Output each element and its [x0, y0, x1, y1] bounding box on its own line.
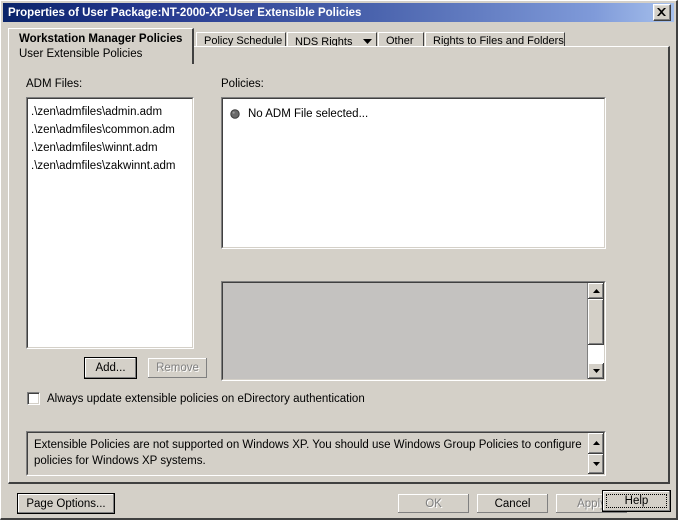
policy-detail-body: [223, 283, 587, 379]
scroll-up-icon[interactable]: [588, 283, 604, 299]
always-update-checkbox[interactable]: [27, 392, 40, 405]
adm-files-list[interactable]: .\zen\admfiles\admin.adm .\zen\admfiles\…: [26, 97, 194, 349]
scroll-up-icon[interactable]: [588, 433, 604, 454]
policy-detail-pane: [221, 281, 606, 381]
remove-button-label: Remove: [156, 362, 199, 374]
detail-pane-scroll-thumb[interactable]: [588, 299, 604, 346]
cancel-button-label: Cancel: [494, 497, 531, 510]
ok-button: OK: [397, 493, 470, 514]
title-bar[interactable]: Properties of User Package:NT-2000-XP:Us…: [3, 3, 674, 22]
detail-pane-scroll-track[interactable]: [588, 299, 604, 363]
tab-label-line1: Workstation Manager Policies: [19, 33, 183, 45]
page-options-button[interactable]: Page Options...: [17, 493, 115, 514]
tab-workstation-manager-policies[interactable]: Workstation Manager Policies User Extens…: [8, 28, 194, 64]
adm-files-label: ADM Files:: [26, 78, 83, 90]
list-item[interactable]: .\zen\admfiles\zakwinnt.adm: [31, 157, 192, 175]
help-button[interactable]: Help: [602, 490, 671, 512]
window-title: Properties of User Package:NT-2000-XP:Us…: [8, 6, 362, 19]
scroll-down-icon[interactable]: [588, 453, 604, 474]
warning-message-text: Extensible Policies are not supported on…: [34, 439, 582, 467]
add-button[interactable]: Add...: [84, 357, 137, 379]
close-button[interactable]: [653, 4, 671, 21]
always-update-checkbox-label: Always update extensible policies on eDi…: [47, 392, 365, 405]
add-button-label: Add...: [95, 362, 126, 374]
properties-dialog: Properties of User Package:NT-2000-XP:Us…: [0, 0, 678, 520]
always-update-checkbox-row[interactable]: Always update extensible policies on eDi…: [27, 392, 365, 405]
page-options-button-label: Page Options...: [26, 497, 106, 510]
policies-list[interactable]: No ADM File selected...: [221, 97, 606, 249]
list-item-label: No ADM File selected...: [248, 108, 369, 120]
list-item[interactable]: No ADM File selected...: [223, 105, 604, 123]
tab-label-line2: User Extensible Policies: [19, 48, 143, 60]
list-item[interactable]: .\zen\admfiles\admin.adm: [31, 103, 192, 121]
warning-message-box: Extensible Policies are not supported on…: [26, 431, 606, 476]
help-button-label: Help: [624, 495, 649, 507]
policy-bullet-icon: [230, 109, 240, 119]
list-item[interactable]: .\zen\admfiles\common.adm: [31, 121, 192, 139]
ok-button-label: OK: [425, 497, 442, 510]
scroll-down-icon[interactable]: [588, 363, 604, 379]
list-item[interactable]: .\zen\admfiles\winnt.adm: [31, 139, 192, 157]
warning-scrollbar[interactable]: [588, 433, 604, 474]
cancel-button[interactable]: Cancel: [476, 493, 549, 514]
remove-button: Remove: [147, 357, 208, 379]
detail-pane-scrollbar[interactable]: [587, 283, 604, 379]
dialog-footer: Page Options... OK Cancel Apply: [3, 487, 675, 519]
policies-label: Policies:: [221, 78, 264, 90]
